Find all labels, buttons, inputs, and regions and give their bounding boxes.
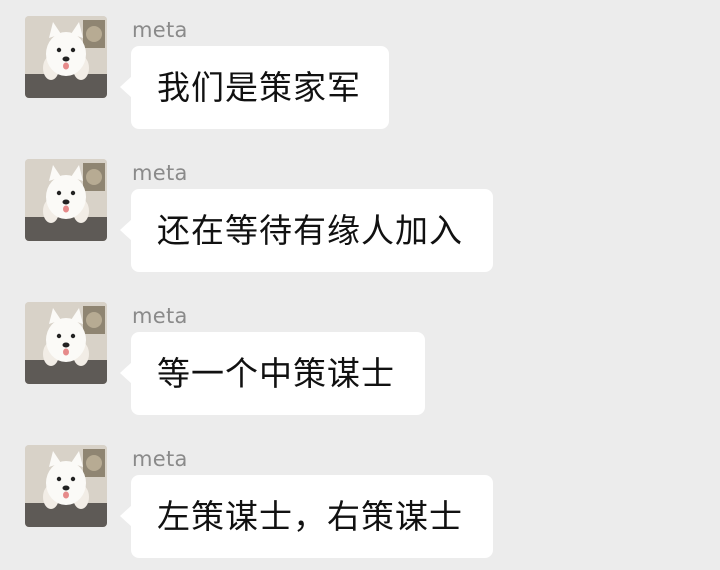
message-bubble[interactable]: 还在等待有缘人加入 [120,189,493,272]
sender-name: meta [132,304,188,328]
chat-message: meta 我们是策家军 [0,16,720,136]
chat-message: meta 还在等待有缘人加入 [0,159,720,279]
message-text: 还在等待有缘人加入 [157,210,463,250]
message-text: 等一个中策谋士 [157,353,395,393]
message-bubble[interactable]: 等一个中策谋士 [120,332,425,415]
samoyed-dog-icon [25,16,107,98]
chat-message: meta 等一个中策谋士 [0,302,720,422]
avatar[interactable] [25,159,107,241]
sender-name: meta [132,447,188,471]
sender-name: meta [132,18,188,42]
sender-name: meta [132,161,188,185]
message-text: 左策谋士，右策谋士 [157,496,463,536]
avatar[interactable] [25,445,107,527]
message-bubble[interactable]: 左策谋士，右策谋士 [120,475,493,558]
samoyed-dog-icon [25,445,107,527]
samoyed-dog-icon [25,302,107,384]
message-text: 我们是策家军 [157,67,361,107]
chat-message: meta 左策谋士，右策谋士 [0,445,720,565]
message-bubble[interactable]: 我们是策家军 [120,46,389,129]
samoyed-dog-icon [25,159,107,241]
avatar[interactable] [25,302,107,384]
avatar[interactable] [25,16,107,98]
